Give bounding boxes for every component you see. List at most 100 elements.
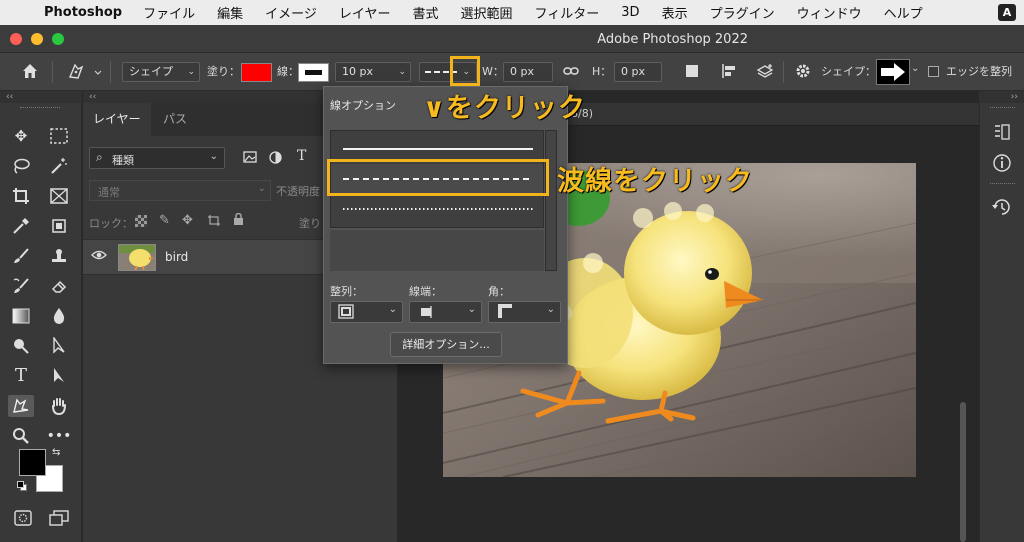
pen-tool-preset-icon[interactable]	[66, 61, 102, 86]
align-edges-checkbox[interactable]	[928, 66, 939, 77]
direct-selection-tool-icon[interactable]	[46, 335, 72, 357]
screen-mode-icon[interactable]	[46, 507, 72, 529]
menu-type[interactable]: 書式	[402, 3, 450, 22]
click-dashed-line-note: 波線をクリック	[557, 166, 753, 197]
stroke-align-dropdown[interactable]: ⌄	[330, 301, 403, 323]
brush-tool-icon[interactable]	[8, 245, 34, 267]
blur-tool-icon[interactable]	[46, 305, 72, 327]
menu-image[interactable]: イメージ	[254, 3, 328, 22]
dock-collapse-strip[interactable]: ››	[979, 91, 1024, 103]
canvas-vertical-scrollbar[interactable]	[960, 402, 966, 542]
zoom-window-button[interactable]	[52, 33, 64, 45]
tools-panel: ✥ T ••• ⇆	[0, 103, 82, 542]
menu-3d[interactable]: 3D	[610, 5, 650, 20]
input-source-badge[interactable]: A	[998, 4, 1016, 21]
more-tools-icon[interactable]: •••	[46, 425, 72, 447]
frame-tool-icon[interactable]	[46, 185, 72, 207]
stroke-style-dotted[interactable]	[331, 194, 543, 224]
mac-menubar: Photoshop ファイル 編集 イメージ レイヤー 書式 選択範囲 フィルタ…	[0, 0, 1024, 25]
path-selection-tool-icon[interactable]	[46, 365, 72, 387]
blend-mode-dropdown[interactable]: 通常 ⌄	[89, 180, 271, 201]
chevron-down-icon: ⌄	[209, 151, 218, 162]
stroke-width-field[interactable]: 10 px ⌄	[335, 62, 411, 82]
lock-transparent-icon[interactable]	[135, 215, 147, 227]
layer-filter-dropdown[interactable]: ⌕ 種類 ⌄	[89, 147, 225, 169]
app-menu[interactable]: Photoshop	[40, 5, 132, 20]
stamp-tool-icon[interactable]	[46, 245, 72, 267]
layer-thumbnail	[118, 244, 156, 271]
stroke-label: 線：	[277, 65, 299, 78]
path-operations-icon[interactable]	[686, 65, 698, 77]
eraser-tool-icon[interactable]	[46, 275, 72, 297]
gear-icon[interactable]	[794, 62, 812, 83]
menu-filter[interactable]: フィルター	[524, 3, 611, 22]
height-field[interactable]: 0 px	[614, 62, 662, 82]
lasso-tool-icon[interactable]	[8, 155, 34, 177]
info-panel-icon[interactable]	[992, 153, 1012, 176]
path-alignment-icon[interactable]	[720, 62, 738, 83]
tab-layers[interactable]: レイヤー	[83, 103, 151, 136]
separator	[783, 61, 784, 83]
menu-window[interactable]: ウィンドウ	[786, 3, 873, 22]
fill-color-swatch[interactable]	[241, 63, 272, 82]
default-colors-icon[interactable]	[17, 481, 27, 491]
tool-mode-dropdown[interactable]: シェイプ ⌄	[122, 62, 200, 82]
menu-help[interactable]: ヘルプ	[873, 3, 934, 22]
properties-panel-icon[interactable]	[993, 123, 1011, 144]
custom-shape-tool-icon[interactable]	[8, 395, 34, 417]
quick-mask-icon[interactable]	[10, 507, 36, 529]
menu-edit[interactable]: 編集	[206, 3, 254, 22]
path-arrangement-icon[interactable]	[755, 62, 775, 85]
window-title: Adobe Photoshop 2022	[597, 32, 748, 47]
stroke-options-popover: 線オプション 整列： 線端： 角： ⌄ ⌄ ⌄ 詳細オプション...	[323, 86, 568, 364]
menu-layer[interactable]: レイヤー	[328, 3, 402, 22]
eyedropper-tool-icon[interactable]	[8, 215, 34, 237]
more-options-button[interactable]: 詳細オプション...	[390, 332, 502, 357]
magic-wand-tool-icon[interactable]	[46, 155, 72, 177]
swap-colors-icon[interactable]: ⇆	[52, 447, 60, 458]
marquee-tool-icon[interactable]	[46, 125, 72, 147]
lock-all-icon[interactable]	[233, 212, 244, 229]
zoom-tool-icon[interactable]	[8, 425, 34, 447]
type-tool-icon[interactable]: T	[8, 365, 34, 387]
stroke-corners-dropdown[interactable]: ⌄	[488, 301, 561, 323]
tab-paths[interactable]: パス	[153, 103, 197, 136]
minimize-window-button[interactable]	[31, 33, 43, 45]
stroke-caps-dropdown[interactable]: ⌄	[409, 301, 482, 323]
visibility-eye-icon[interactable]	[91, 248, 107, 265]
adjustment-filter-icon[interactable]	[269, 151, 282, 167]
history-panel-icon[interactable]	[991, 197, 1013, 220]
home-icon[interactable]	[20, 61, 40, 84]
tools-collapse-strip[interactable]: ‹‹	[0, 91, 82, 103]
lock-position-icon[interactable]: ✥	[182, 213, 193, 228]
align-label: 整列：	[330, 285, 363, 298]
menu-view[interactable]: 表示	[651, 3, 699, 22]
chevron-down-icon[interactable]: ⌄	[911, 63, 919, 74]
menu-select[interactable]: 選択範囲	[450, 3, 524, 22]
dodge-tool-icon[interactable]	[8, 335, 34, 357]
miter-join-icon	[498, 304, 512, 318]
stroke-color-swatch[interactable]	[298, 63, 329, 82]
gradient-tool-icon[interactable]	[8, 305, 34, 327]
object-select-tool-icon[interactable]	[46, 215, 72, 237]
align-inside-icon	[338, 304, 354, 319]
shape-label: シェイプ：	[821, 65, 876, 78]
type-filter-icon[interactable]: T	[297, 148, 306, 164]
crop-tool-icon[interactable]	[8, 185, 34, 207]
right-panel-dock	[979, 103, 1024, 542]
history-brush-tool-icon[interactable]	[8, 275, 34, 297]
stroke-list-scrollbar[interactable]	[545, 130, 557, 271]
shape-picker[interactable]	[876, 59, 910, 85]
width-field[interactable]: 0 px	[503, 62, 553, 82]
move-tool-icon[interactable]: ✥	[8, 125, 34, 147]
foreground-color-swatch[interactable]	[19, 449, 46, 476]
lock-paint-icon[interactable]: ✎	[159, 213, 170, 228]
lock-artboard-icon[interactable]	[207, 214, 221, 230]
image-filter-icon[interactable]	[243, 151, 257, 166]
hand-tool-icon[interactable]	[46, 395, 72, 417]
link-icon[interactable]	[563, 64, 579, 81]
menu-file[interactable]: ファイル	[132, 3, 206, 22]
menu-plugins[interactable]: プラグイン	[699, 3, 786, 22]
dropdown-highlight-box	[450, 56, 480, 86]
close-window-button[interactable]	[10, 33, 22, 45]
